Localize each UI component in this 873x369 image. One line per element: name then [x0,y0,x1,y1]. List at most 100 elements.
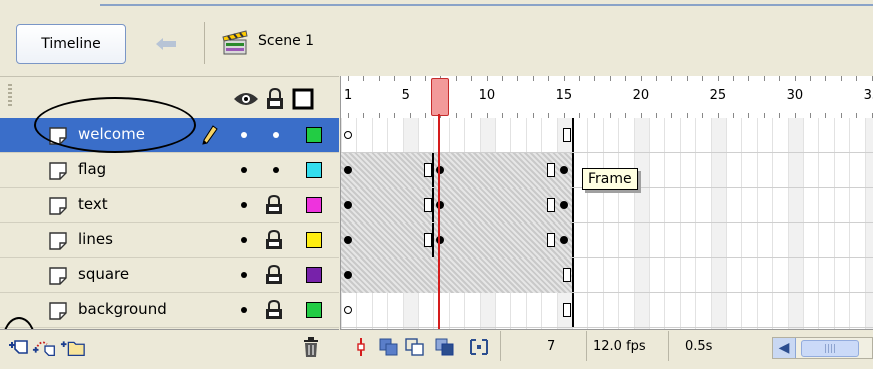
outline-color-swatch[interactable] [306,162,322,178]
outline-square-icon[interactable] [290,86,316,112]
frame-end-marker [562,303,571,317]
frame-end-marker [424,163,432,177]
lock-icon[interactable] [265,265,283,285]
frame-end-marker [547,198,556,212]
span-end-bar [572,258,574,292]
ruler-tick [856,76,858,81]
ruler-label: 35 [863,88,873,103]
frame-row-square[interactable] [341,258,873,293]
eye-icon[interactable] [233,86,259,112]
frame-end-marker [562,268,571,282]
tween-span [341,188,572,223]
modify-onion-markers-icon[interactable] [466,333,492,361]
keyframe[interactable] [344,236,352,244]
visibility-dot[interactable] [241,307,247,313]
blank-keyframe[interactable] [344,131,352,139]
ruler-tick [733,76,734,81]
ruler-tick [840,76,842,81]
elapsed-time-field: 0.5s [668,331,768,361]
toolbar-separator [204,22,205,64]
span-end-bar [572,188,574,222]
insert-layer-folder-icon[interactable] [60,333,86,361]
current-frame-field[interactable]: 7 [500,331,586,361]
layer-row-text[interactable]: text [0,188,339,223]
ruler-label: 1 [344,88,353,103]
clapperboard-icon [220,28,250,58]
keyframe[interactable] [344,271,352,279]
keyframe[interactable] [559,166,568,174]
onion-skin-outlines-icon[interactable] [402,333,428,361]
add-motion-guide-icon[interactable] [32,333,58,361]
layer-row-square[interactable]: square [0,258,339,293]
delete-layer-icon[interactable] [298,333,324,361]
visibility-dot[interactable] [241,272,247,278]
center-frame-icon[interactable] [348,333,374,361]
ruler-tick [763,76,765,81]
layer-row-lines[interactable]: lines [0,223,339,258]
lock-icon[interactable] [265,230,283,250]
outline-color-swatch[interactable] [306,302,322,318]
frame-end-marker [547,163,556,177]
ruler-tick [425,76,426,81]
span-end-bar [572,153,574,187]
panel-grip[interactable] [8,84,12,108]
frame-ruler[interactable]: 15101520253035 [340,76,873,119]
visibility-dot[interactable] [241,202,247,208]
ruler-tick [502,76,503,81]
keyframe[interactable] [559,201,568,209]
ruler-tick [609,76,611,81]
scene-label[interactable]: Scene 1 [258,33,314,49]
lock-dot[interactable] [273,132,279,138]
playhead-line [438,114,441,329]
insert-layer-icon[interactable] [6,333,32,361]
horizontal-scrollbar[interactable]: ◀ |||| [772,337,873,359]
ruler-tick [702,76,704,81]
frame-row-lines[interactable] [341,223,873,258]
outline-color-swatch[interactable] [306,232,322,248]
keyframe[interactable] [344,166,352,174]
ruler-tick [348,76,349,81]
onion-skin-icon[interactable] [376,333,402,361]
lock-dot[interactable] [273,167,279,173]
outline-color-swatch[interactable] [306,197,322,213]
layer-row-flag[interactable]: flag [0,153,339,188]
visibility-dot[interactable] [241,132,247,138]
pencil-icon [202,125,218,145]
visibility-dot[interactable] [241,167,247,173]
panel-top-border [100,4,873,6]
keyframe[interactable] [559,236,568,244]
timeline-button[interactable]: Timeline [16,24,126,64]
ruler-label: 30 [786,88,804,103]
lock-icon[interactable] [262,86,288,112]
playhead[interactable] [431,78,450,116]
frames-grid[interactable] [340,118,873,329]
scroll-left-icon[interactable]: ◀ [773,338,796,358]
layer-name: lines [78,230,113,248]
frame-row-background[interactable] [341,293,873,328]
outline-color-swatch[interactable] [306,127,322,143]
ruler-tick [517,76,519,81]
blank-keyframe[interactable] [344,306,352,314]
layer-row-background[interactable]: background [0,293,339,328]
ruler-tick [532,76,534,81]
frame-end-marker [424,198,432,212]
visibility-dot[interactable] [241,237,247,243]
outline-color-swatch[interactable] [306,267,322,283]
ruler-tick [640,76,642,81]
frame-rate-field[interactable]: 12.0 fps [586,331,668,361]
ruler-label: 15 [555,88,573,103]
keyframe-boundary [432,188,435,222]
layer-icon [49,232,67,250]
keyframe[interactable] [344,201,352,209]
frame-row-text[interactable] [341,188,873,223]
scroll-thumb[interactable]: |||| [801,340,859,357]
layer-name: text [78,195,108,213]
layer-icon [49,197,67,215]
back-arrow-icon[interactable] [146,30,186,58]
edit-multiple-frames-icon[interactable] [432,333,458,361]
span-end-bar [572,118,574,152]
lock-icon[interactable] [265,300,283,320]
frame-row-welcome[interactable] [341,118,873,153]
lock-icon[interactable] [265,195,283,215]
layer-name: background [78,300,167,318]
